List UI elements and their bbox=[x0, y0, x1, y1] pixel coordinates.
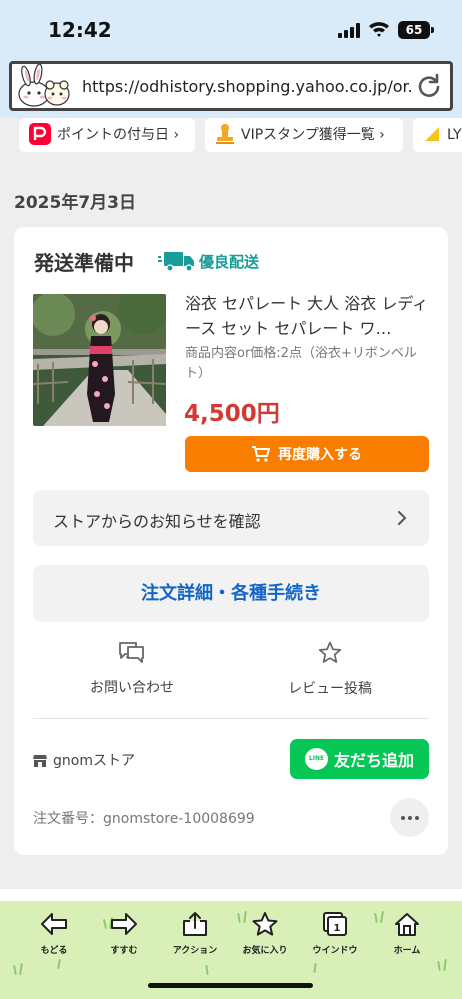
review-button[interactable]: レビュー投稿 bbox=[231, 641, 429, 698]
favorite-star-icon bbox=[252, 912, 278, 936]
rebuy-label: 再度購入する bbox=[278, 447, 362, 463]
back-label: もどる bbox=[40, 946, 68, 956]
signal-bars-icon bbox=[425, 126, 439, 141]
back-arrow-icon bbox=[41, 913, 67, 935]
action-label: アクション bbox=[172, 946, 218, 956]
favorite-label: お気に入り bbox=[242, 946, 288, 956]
store-notice-label: ストアからのお知らせを確認 bbox=[53, 512, 261, 531]
favorite-button[interactable]: お気に入り bbox=[234, 911, 296, 956]
product-option: 商品内容or価格:2点（浴衣+リボンベルト） bbox=[185, 346, 417, 381]
home-indicator[interactable] bbox=[148, 983, 313, 988]
share-icon bbox=[183, 912, 207, 936]
browser-header: 12:42 65 https://odhistory.shopping.yaho… bbox=[0, 0, 462, 120]
rebuy-button[interactable]: 再度購入する bbox=[185, 436, 429, 472]
store-name: gnomストア bbox=[53, 753, 135, 769]
shipping-status: 発送準備中 bbox=[34, 251, 134, 275]
window-button[interactable]: 1 ウインドウ bbox=[304, 911, 366, 956]
chevron-right-icon bbox=[398, 511, 407, 525]
home-icon bbox=[395, 913, 419, 936]
product-price: 4,500円 bbox=[184, 401, 280, 427]
line-add-friend-label: 友だち追加 bbox=[333, 751, 414, 770]
good-delivery-badge: 優良配送 bbox=[158, 249, 259, 273]
cellular-signal-icon bbox=[338, 23, 362, 38]
status-time: 12:42 bbox=[48, 18, 112, 42]
wifi-icon bbox=[369, 22, 389, 37]
mascot-icon bbox=[18, 64, 70, 107]
stamp-icon bbox=[216, 123, 234, 144]
product-name[interactable]: 浴衣 セパレート 大人 浴衣 レディース セット セパレート ワ… bbox=[185, 291, 435, 341]
star-icon bbox=[318, 641, 342, 663]
url-text[interactable]: https://odhistory.shopping.yahoo.co.jp/o… bbox=[82, 77, 412, 96]
window-label: ウインドウ bbox=[312, 946, 358, 956]
product-image[interactable] bbox=[33, 294, 166, 426]
forward-button[interactable]: すすむ bbox=[93, 911, 155, 956]
chat-icon bbox=[119, 642, 144, 663]
window-count: 1 bbox=[334, 923, 341, 934]
line-add-friend-button[interactable]: LINE 友だち追加 bbox=[290, 739, 429, 779]
order-date: 2025年7月3日 bbox=[14, 193, 136, 213]
battery-icon: 65 bbox=[398, 21, 434, 39]
reload-icon[interactable] bbox=[416, 73, 442, 99]
more-options-button[interactable] bbox=[390, 798, 429, 837]
action-button[interactable]: アクション bbox=[164, 911, 226, 956]
truck-icon bbox=[158, 252, 194, 272]
home-button[interactable]: ホーム bbox=[376, 911, 438, 956]
back-button[interactable]: もどる bbox=[23, 911, 85, 956]
ellipsis-icon bbox=[400, 815, 419, 820]
chip-ly[interactable]: LY bbox=[413, 118, 462, 152]
shortcut-chips: ポイントの付与日 › VIPスタンプ獲得一覧 › LY bbox=[0, 118, 462, 156]
cart-icon bbox=[252, 446, 270, 462]
divider bbox=[33, 718, 429, 719]
store-link[interactable]: gnomストア bbox=[33, 750, 135, 770]
forward-arrow-icon bbox=[111, 913, 137, 935]
store-icon bbox=[33, 754, 47, 767]
url-bar[interactable]: https://odhistory.shopping.yahoo.co.jp/o… bbox=[9, 61, 453, 111]
paypay-icon bbox=[29, 122, 51, 145]
chip-point-date[interactable]: ポイントの付与日 › bbox=[19, 118, 195, 152]
order-detail-button[interactable]: 注文詳細・各種手続き bbox=[33, 565, 429, 622]
home-label: ホーム bbox=[393, 946, 421, 956]
inquiry-button[interactable]: お問い合わせ bbox=[33, 641, 231, 697]
review-label: レビュー投稿 bbox=[288, 681, 372, 697]
badge-label: 優良配送 bbox=[199, 252, 260, 271]
chip-vip-stamp[interactable]: VIPスタンプ獲得一覧 › bbox=[205, 118, 403, 152]
store-notice-button[interactable]: ストアからのお知らせを確認 bbox=[33, 490, 429, 546]
order-card: 発送準備中 優良配送 浴衣 セパレート 大人 浴衣 レディース セット セパレー… bbox=[14, 227, 448, 855]
forward-label: すすむ bbox=[110, 946, 138, 956]
order-number: 注文番号：gnomstore-10008699 bbox=[33, 811, 255, 827]
inquiry-label: お問い合わせ bbox=[90, 680, 174, 696]
line-icon: LINE bbox=[304, 748, 328, 770]
window-icon: 1 bbox=[323, 912, 347, 936]
